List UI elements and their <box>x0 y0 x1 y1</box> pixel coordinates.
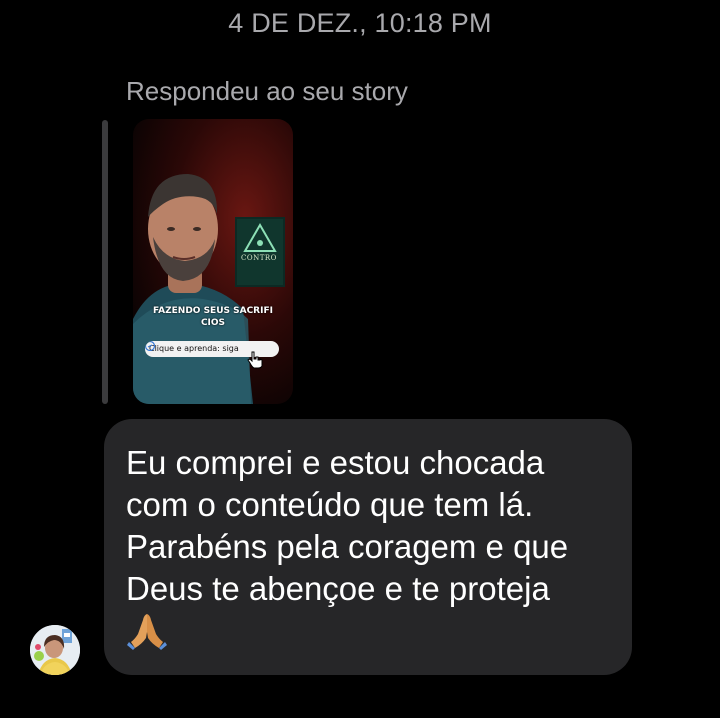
message-timestamp: 4 DE DEZ., 10:18 PM <box>228 8 492 38</box>
message-text: Eu comprei e estou chocada com o conteúd… <box>126 444 569 607</box>
folded-hands-icon <box>127 614 167 650</box>
reply-indicator-bar <box>102 120 108 404</box>
avatar-photo <box>30 625 80 675</box>
story-reply-caption: Respondeu ao seu story <box>126 76 408 106</box>
cursor-hand-icon <box>247 351 263 369</box>
story-thumbnail[interactable]: CONTRO FAZENDO SEUS SACRIFI CIOS Clique … <box>133 119 293 404</box>
message-bubble[interactable]: Eu comprei e estou chocada com o conteúd… <box>104 419 632 675</box>
link-icon <box>145 341 155 351</box>
story-book-title: CONTRO <box>241 254 277 262</box>
story-link-label: Clique e aprenda: siga <box>149 344 239 353</box>
sender-avatar[interactable] <box>30 625 80 675</box>
story-caption-text: FAZENDO SEUS SACRIFI CIOS <box>153 306 273 328</box>
